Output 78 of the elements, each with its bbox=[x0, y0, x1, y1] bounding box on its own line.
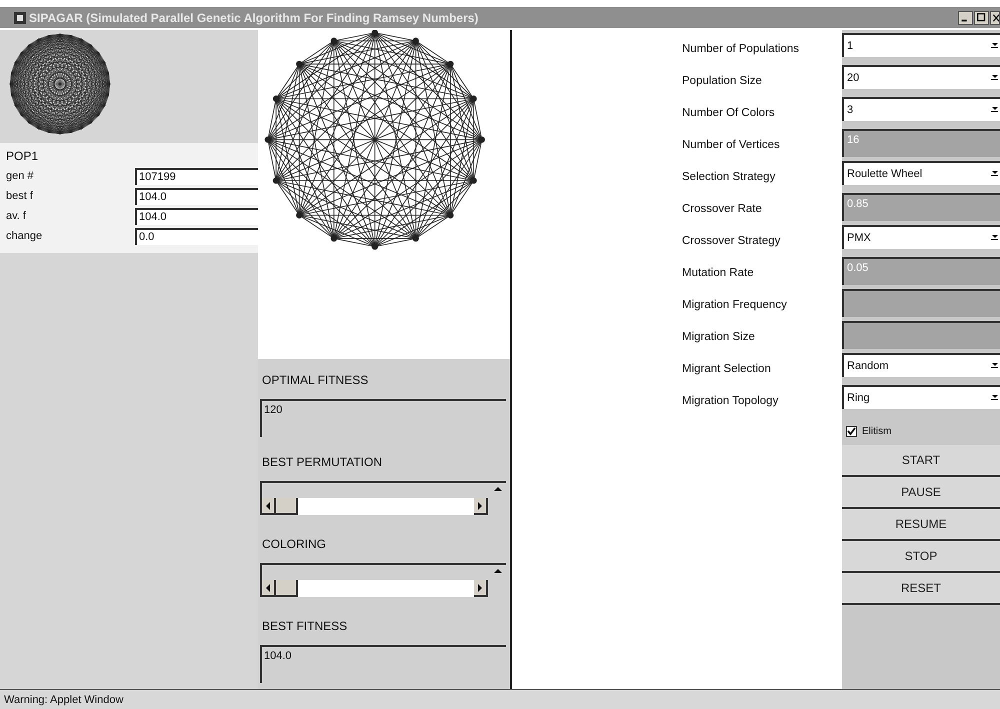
graph-vertex bbox=[478, 136, 485, 143]
parameter-label: Migrant Selection bbox=[681, 362, 772, 377]
action-button[interactable]: STOP bbox=[842, 541, 1000, 573]
graph-vertex bbox=[272, 177, 280, 184]
scroll-up-icon[interactable] bbox=[494, 487, 502, 491]
maximize-icon[interactable] bbox=[974, 10, 989, 24]
scroll-right-icon[interactable] bbox=[478, 584, 482, 592]
stat-label: change bbox=[6, 230, 44, 242]
status-bar: Warning: Applet Window bbox=[0, 689, 1000, 709]
dropdown[interactable]: Random bbox=[842, 353, 1000, 377]
action-button[interactable]: PAUSE bbox=[842, 477, 1000, 509]
dropdown[interactable]: 20 bbox=[842, 65, 1000, 89]
graph-vertex bbox=[296, 212, 302, 218]
horizontal-scrollbar[interactable] bbox=[262, 580, 488, 597]
dropdown-arrow-icon[interactable] bbox=[991, 362, 998, 370]
dropdown-arrow-icon[interactable] bbox=[991, 74, 998, 82]
parameter-label: Migration Topology bbox=[681, 394, 780, 409]
dropdown[interactable]: Roulette Wheel bbox=[842, 161, 1000, 185]
scroll-left-icon[interactable] bbox=[266, 502, 270, 510]
section-label: OPTIMAL FITNESS bbox=[261, 372, 370, 389]
text-area[interactable]: 104.0 bbox=[260, 645, 506, 683]
checkbox[interactable] bbox=[846, 426, 857, 436]
horizontal-scrollbar[interactable] bbox=[262, 498, 488, 515]
parameter-label: Crossover Strategy bbox=[681, 234, 782, 249]
close-icon[interactable] bbox=[990, 10, 1000, 24]
graph-vertex bbox=[447, 60, 454, 68]
stat-field[interactable]: 107199 bbox=[135, 168, 258, 184]
input-field[interactable] bbox=[842, 289, 1000, 317]
scroll-right-icon[interactable] bbox=[478, 502, 482, 510]
parameter-label: Crossover Rate bbox=[681, 202, 763, 217]
graph-vertex bbox=[412, 38, 419, 44]
section-label: BEST PERMUTATION bbox=[261, 454, 384, 471]
dropdown[interactable]: 1 bbox=[842, 33, 1000, 57]
text-area[interactable]: 120 bbox=[260, 399, 506, 437]
parameter-label: Number of Populations bbox=[681, 42, 800, 57]
stat-field[interactable]: 104.0 bbox=[135, 188, 258, 204]
stat-field[interactable]: 104.0 bbox=[135, 208, 258, 224]
stat-label: gen # bbox=[6, 170, 35, 182]
checkbox-label: Elitism bbox=[862, 426, 892, 436]
parameter-label: Number of Vertices bbox=[681, 138, 781, 153]
dropdown-arrow-icon[interactable] bbox=[991, 170, 998, 178]
graph-vertex bbox=[470, 96, 477, 102]
dropdown[interactable]: PMX bbox=[842, 225, 1000, 249]
population-name: POP1 bbox=[6, 148, 40, 165]
graph-vertex bbox=[330, 235, 338, 242]
parameter-label: Mutation Rate bbox=[681, 266, 755, 281]
graph-vertex bbox=[264, 136, 272, 143]
dropdown-arrow-icon[interactable] bbox=[991, 106, 998, 114]
scroll-thumb[interactable] bbox=[276, 498, 298, 515]
input-field[interactable] bbox=[842, 321, 1000, 349]
parameter-label: Selection Strategy bbox=[681, 170, 776, 185]
scroll-left-icon[interactable] bbox=[266, 584, 270, 592]
dropdown-arrow-icon[interactable] bbox=[991, 42, 998, 50]
section-label: COLORING bbox=[261, 536, 328, 553]
parameter-label: Migration Size bbox=[681, 330, 756, 345]
dropdown-arrow-icon[interactable] bbox=[991, 394, 998, 402]
scroll-thumb[interactable] bbox=[276, 580, 298, 597]
stat-label: best f bbox=[6, 190, 34, 202]
scroll-up-icon[interactable] bbox=[494, 569, 502, 573]
action-button[interactable]: RESUME bbox=[842, 509, 1000, 541]
graph-vertex bbox=[372, 30, 378, 36]
stat-label: av. f bbox=[6, 210, 27, 222]
parameter-label: Migration Frequency bbox=[681, 298, 788, 313]
section-label: BEST FITNESS bbox=[261, 618, 348, 635]
app-icon bbox=[14, 12, 26, 24]
window-title: SIPAGAR (Simulated Parallel Genetic Algorithm For Finding Ramsey Numbers) bbox=[29, 10, 480, 24]
action-button[interactable]: START bbox=[842, 445, 1000, 477]
dropdown[interactable]: Ring bbox=[842, 385, 1000, 409]
parameter-label: Number Of Colors bbox=[681, 106, 776, 121]
dropdown-arrow-icon[interactable] bbox=[991, 234, 998, 242]
dropdown[interactable]: 3 bbox=[842, 97, 1000, 121]
text-area[interactable] bbox=[260, 481, 506, 515]
action-button[interactable]: RESET bbox=[842, 573, 1000, 605]
graph-vertex bbox=[372, 243, 378, 250]
parameter-label: Population Size bbox=[681, 74, 763, 89]
minimize-icon[interactable] bbox=[958, 10, 973, 24]
text-area[interactable] bbox=[260, 563, 506, 597]
stat-field[interactable]: 0.0 bbox=[135, 228, 258, 244]
